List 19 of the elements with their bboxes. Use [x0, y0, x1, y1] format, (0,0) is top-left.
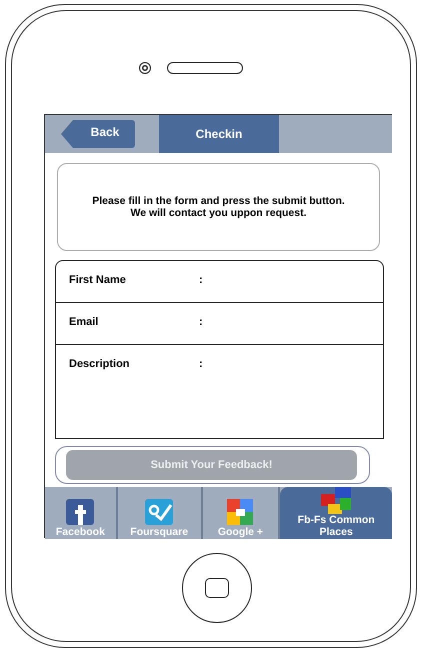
title-tab[interactable]: Checkin	[159, 115, 279, 153]
field-colon: :	[199, 316, 204, 328]
square-icon	[205, 578, 229, 598]
field-colon: :	[199, 274, 204, 286]
tab-label: Google +	[216, 526, 264, 538]
tab-bar-item[interactable]: Google +	[202, 487, 280, 539]
back-button[interactable]: Back	[61, 120, 135, 148]
field-label: Description	[69, 358, 131, 370]
home-button[interactable]	[182, 553, 252, 623]
camera-icon	[139, 62, 151, 74]
field-label: First Name	[69, 274, 127, 286]
tab-label: Foursquare	[129, 526, 190, 538]
tab-label: Facebook	[54, 526, 106, 538]
field-label: Email	[69, 316, 100, 328]
field-colon: :	[199, 358, 204, 370]
intro-text: Please fill in the form and press the submit button. We will contact you uppon request.	[57, 163, 380, 251]
puzzle-icon	[319, 486, 354, 514]
tab-bar-item[interactable]: Fb-Fs Common Places	[280, 487, 392, 539]
tab-label: Fb-Fs Common Places	[296, 514, 376, 538]
